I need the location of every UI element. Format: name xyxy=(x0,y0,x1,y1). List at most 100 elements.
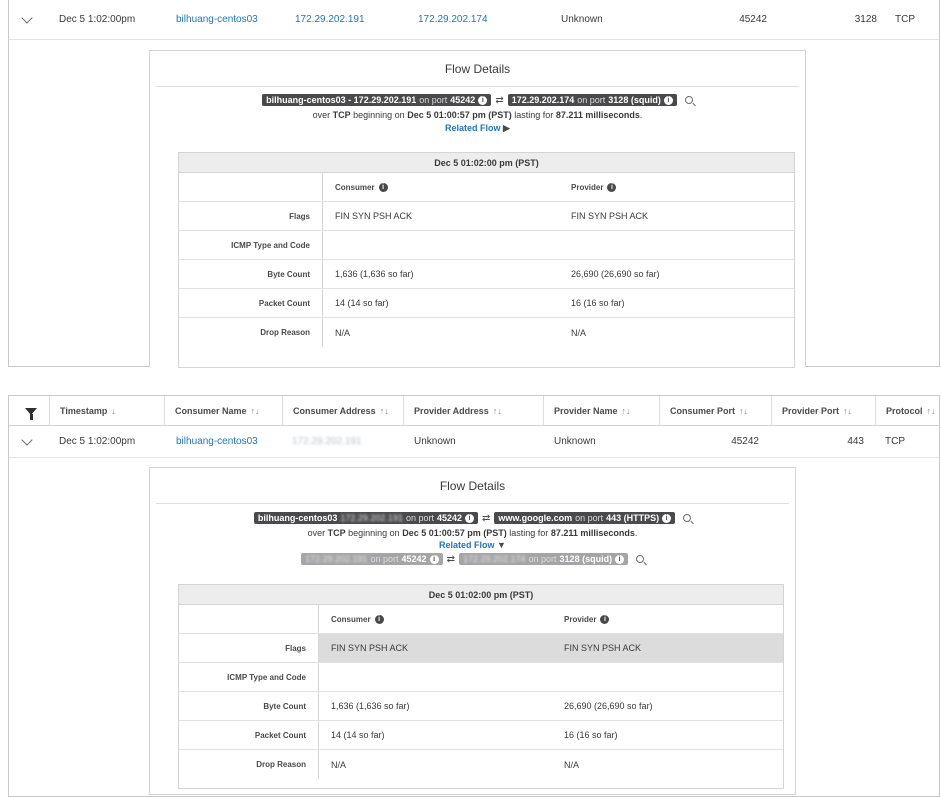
swap-arrows-icon: ⇄ xyxy=(495,94,504,106)
summary-text: . xyxy=(634,528,638,538)
provider-value: 16 (16 so far) xyxy=(571,298,625,308)
filter-icon[interactable] xyxy=(25,408,37,420)
summary-text: lasting for xyxy=(509,528,549,538)
consumer-name-link[interactable]: bilhuang-centos03 xyxy=(176,426,258,457)
row-label: Byte Count xyxy=(179,260,323,288)
consumer-value: 1,636 (1,636 so far) xyxy=(335,269,414,279)
row-label xyxy=(179,605,319,633)
search-icon[interactable] xyxy=(684,96,693,104)
consumer-address-link[interactable]: 172.29.202.191 xyxy=(295,0,365,39)
column-label: Provider Port xyxy=(782,406,840,416)
related-provider-address: 172.29.202.174 xyxy=(462,554,526,564)
provider-endpoint-pill[interactable]: www.google.com on port 443 (HTTPS) i xyxy=(494,512,676,524)
on-port-text: on port xyxy=(577,95,606,105)
column-consumer-port[interactable]: Consumer Port ↑↓ xyxy=(659,396,771,426)
consumer-value xyxy=(323,231,335,259)
flow-row[interactable]: Dec 5 1:02:00pm bilhuang-centos03 172.29… xyxy=(9,426,939,458)
provider-address-cell: Unknown xyxy=(414,436,456,447)
provider-endpoint-pill[interactable]: 172.29.202.174 on port 3128 (squid) i xyxy=(507,94,677,106)
summary-text: . xyxy=(639,110,643,120)
protocol-cell: TCP xyxy=(885,436,905,447)
consumer-address-cell[interactable]: 172.29.202.191 xyxy=(292,426,362,457)
related-flow-link[interactable]: Related Flow ▼ xyxy=(150,540,795,550)
consumer-port-cell: 45242 xyxy=(739,14,767,25)
sort-icon: ↑↓ xyxy=(843,406,853,416)
sort-icon: ↑↓ xyxy=(379,406,389,416)
summary-start-time: Dec 5 01:00:57 pm (PST) xyxy=(407,110,512,120)
consumer-value: FIN SYN PSH ACK xyxy=(319,634,552,662)
sort-icon: ↑↓ xyxy=(926,406,936,416)
stats-row-packets: Packet Count 14 (14 so far) 16 (16 so fa… xyxy=(179,721,783,750)
flow-stats-table: Dec 5 01:02:00 pm (PST) Consumer i Provi… xyxy=(178,584,784,789)
summary-text: lasting for xyxy=(514,110,554,120)
provider-value xyxy=(559,231,571,259)
info-icon[interactable]: i xyxy=(663,95,673,105)
flow-endpoints: bilhuang-centos03 172.29.202.191 on port… xyxy=(150,512,795,524)
consumer-value: FIN SYN PSH ACK xyxy=(335,211,413,221)
summary-text: over xyxy=(312,110,331,120)
related-flow-label: Related Flow xyxy=(439,540,495,550)
column-consumer-address[interactable]: Consumer Address ↑↓ xyxy=(282,396,403,426)
info-icon[interactable]: i xyxy=(378,182,388,192)
divider xyxy=(156,503,789,504)
provider-value: FIN SYN PSH ACK xyxy=(571,211,649,221)
summary-text: beginning on xyxy=(348,528,400,538)
column-timestamp[interactable]: Timestamp ↓ xyxy=(49,396,164,426)
info-icon[interactable]: i xyxy=(607,182,617,192)
column-provider-port[interactable]: Provider Port ↑↓ xyxy=(771,396,875,426)
chevron-down-icon[interactable] xyxy=(21,434,33,446)
consumer-endpoint-pill[interactable]: bilhuang-centos03 172.29.202.191 on port… xyxy=(253,512,479,524)
divider xyxy=(156,86,799,87)
provider-address-link[interactable]: 172.29.202.174 xyxy=(418,0,488,39)
column-provider-address[interactable]: Provider Address ↑↓ xyxy=(403,396,543,426)
flow-details-title: Flow Details xyxy=(439,479,506,493)
caret-right-icon: ▶ xyxy=(503,123,510,133)
provider-column-header: Provider i xyxy=(552,605,610,633)
on-port-text: on port xyxy=(405,513,434,523)
summary-duration: 87.211 milliseconds xyxy=(550,528,635,538)
info-icon[interactable]: i xyxy=(600,614,610,624)
flow-panel-top: Dec 5 1:02:00pm bilhuang-centos03 172.29… xyxy=(8,0,940,368)
search-icon[interactable] xyxy=(636,555,645,563)
swap-arrows-icon: ⇄ xyxy=(446,553,455,565)
consumer-column-label: Consumer xyxy=(335,182,375,192)
column-provider-name[interactable]: Provider Name ↑↓ xyxy=(543,396,659,426)
summary-text: beginning on xyxy=(353,110,405,120)
protocol-cell: TCP xyxy=(895,14,915,25)
flow-row[interactable]: Dec 5 1:02:00pm bilhuang-centos03 172.29… xyxy=(9,0,939,40)
search-icon[interactable] xyxy=(683,514,692,522)
consumer-value: 1,636 (1,636 so far) xyxy=(331,701,410,711)
stats-row-packets: Packet Count 14 (14 so far) 16 (16 so fa… xyxy=(179,289,794,318)
info-icon[interactable]: i xyxy=(374,614,384,624)
column-consumer-name[interactable]: Consumer Name ↑↓ xyxy=(164,396,282,426)
row-label xyxy=(179,173,323,201)
column-protocol[interactable]: Protocol ↑↓ xyxy=(875,396,941,426)
stats-row-flags: Flags FIN SYN PSH ACK FIN SYN PSH ACK xyxy=(179,634,783,663)
provider-name-cell: Unknown xyxy=(554,436,596,447)
consumer-endpoint-pill[interactable]: bilhuang-centos03 - 172.29.202.191 on po… xyxy=(262,94,492,106)
provider-port: 3128 (squid) xyxy=(608,95,661,105)
info-icon[interactable]: i xyxy=(478,95,488,105)
consumer-name-link[interactable]: bilhuang-centos03 xyxy=(176,0,258,39)
chevron-down-icon[interactable] xyxy=(21,12,33,24)
info-icon[interactable]: i xyxy=(465,513,475,523)
stats-row-icmp: ICMP Type and Code xyxy=(179,231,794,260)
flow-stats-header: Dec 5 01:02:00 pm (PST) xyxy=(179,153,794,173)
consumer-endpoint-address: 172.29.202.191 xyxy=(340,513,403,523)
row-label: Drop Reason xyxy=(179,318,323,347)
info-icon[interactable]: i xyxy=(662,513,672,523)
sort-down-icon: ↓ xyxy=(111,406,116,416)
column-label: Protocol xyxy=(886,406,923,416)
info-icon[interactable]: i xyxy=(615,554,625,564)
info-icon[interactable]: i xyxy=(429,554,439,564)
related-flow-link[interactable]: Related Flow ▶ xyxy=(150,123,805,134)
row-label: ICMP Type and Code xyxy=(179,231,323,259)
consumer-column-header: Consumer i xyxy=(323,173,388,201)
provider-endpoint-label: 172.29.202.174 xyxy=(511,95,575,105)
related-consumer-pill[interactable]: 172.29.202.191 on port 45242 i xyxy=(300,553,443,565)
provider-endpoint-label: www.google.com xyxy=(498,513,573,523)
row-label: ICMP Type and Code xyxy=(179,663,319,691)
row-label: Packet Count xyxy=(179,721,319,749)
related-provider-pill[interactable]: 172.29.202.174 on port 3128 (squid) i xyxy=(458,553,629,565)
provider-port: 443 (HTTPS) xyxy=(606,513,660,523)
